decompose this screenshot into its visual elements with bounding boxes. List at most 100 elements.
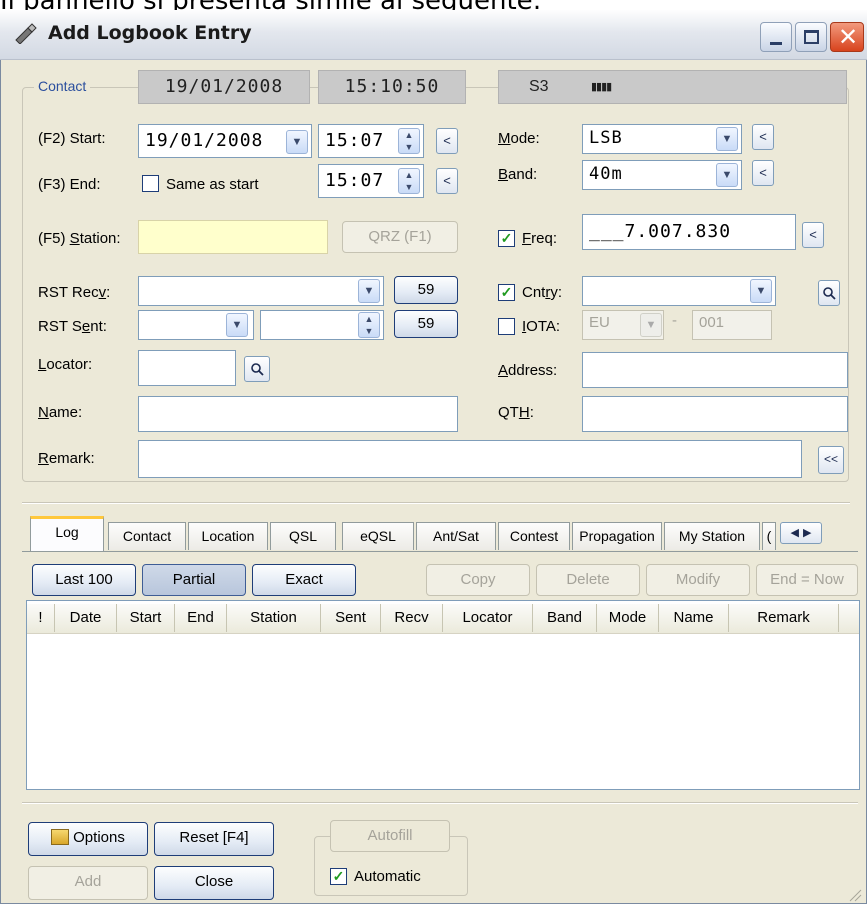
mode-set-button[interactable]: < [752, 124, 774, 150]
last-100-button[interactable]: Last 100 [32, 564, 136, 596]
freq-label: Freq: [522, 230, 558, 247]
close-icon: ✕ [838, 23, 859, 51]
automatic-checkbox[interactable]: ✓ [330, 868, 347, 885]
rst-sent-dropdown-arrow[interactable]: ▼ [226, 313, 248, 337]
rst-recv-select[interactable] [138, 276, 384, 306]
column-header-date[interactable]: Date [55, 604, 117, 632]
qth-label: QTH: [498, 404, 534, 421]
close-button[interactable]: Close [154, 866, 274, 900]
tab-log[interactable]: Log [30, 516, 104, 552]
tab-qsl[interactable]: QSL [270, 522, 336, 550]
end-set-now-button[interactable]: < [436, 168, 458, 194]
options-button[interactable]: Options [28, 822, 148, 856]
locator-search-button[interactable] [244, 356, 270, 382]
tab-panel-border [22, 551, 858, 552]
mode-dropdown-arrow[interactable]: ▼ [716, 127, 738, 151]
tab-propagation[interactable]: Propagation [572, 522, 662, 550]
column-header-sent[interactable]: Sent [321, 604, 381, 632]
start-date-dropdown-arrow[interactable]: ▼ [286, 130, 308, 154]
end-label: (F3) End: [38, 176, 101, 193]
options-icon [51, 829, 70, 845]
rst-sent-default-button[interactable]: 59 [394, 310, 458, 338]
add-button[interactable]: Add [28, 866, 148, 900]
remark-history-button[interactable]: << [818, 446, 844, 474]
tab-contest[interactable]: Contest [498, 522, 570, 550]
band-label: Band: [498, 166, 538, 183]
column-header-locator[interactable]: Locator [443, 604, 533, 632]
tab-contact[interactable]: Contact [108, 522, 186, 550]
partial-button[interactable]: Partial [142, 564, 246, 596]
locator-input[interactable] [138, 350, 236, 386]
maximize-button[interactable] [795, 22, 827, 52]
address-input[interactable] [582, 352, 848, 388]
contact-group-label: Contact [34, 78, 91, 94]
copy-button[interactable]: Copy [426, 564, 530, 596]
start-set-now-button[interactable]: < [436, 128, 458, 154]
resize-grip-icon[interactable] [846, 886, 862, 902]
iota-label: IOTA: [522, 318, 561, 335]
rst-recv-default-button[interactable]: 59 [394, 276, 458, 304]
start-time-spinner[interactable]: ▲ ▼ [398, 128, 420, 154]
iota-separator: - [672, 312, 677, 329]
column-header-start[interactable]: Start [117, 604, 175, 632]
scroll-right-icon[interactable]: ▶ [803, 527, 811, 539]
signal-bars: ▮▮▮▮ [591, 81, 612, 93]
tab-overflow[interactable]: ( [762, 522, 776, 550]
modify-button[interactable]: Modify [646, 564, 750, 596]
column-header-station[interactable]: Station [227, 604, 321, 632]
end-now-button[interactable]: End = Now [756, 564, 858, 596]
rst-sent-spinner[interactable]: ▲ ▼ [358, 312, 380, 338]
column-header-name[interactable]: Name [659, 604, 729, 632]
scroll-left-icon[interactable]: ◀ [791, 527, 799, 539]
cntry-select[interactable] [582, 276, 776, 306]
column-header-recv[interactable]: Recv [381, 604, 443, 632]
same-as-start-checkbox[interactable] [142, 175, 159, 192]
rst-recv-dropdown-arrow[interactable]: ▼ [358, 279, 380, 303]
minimize-button[interactable] [760, 22, 792, 52]
iota-continent-dropdown-arrow[interactable]: ▼ [640, 313, 662, 337]
freq-input[interactable]: ___7.007.830 [582, 214, 796, 250]
signal-display: S3 ▮▮▮▮ [498, 70, 847, 104]
cntry-label: Cntry: [522, 284, 563, 301]
station-label: (F5) Station: [38, 230, 121, 247]
column-header-remark[interactable]: Remark [729, 604, 839, 632]
tab-scroll-buttons[interactable]: ◀ ▶ [780, 522, 822, 544]
freq-set-button[interactable]: < [802, 222, 824, 248]
cntry-checkbox[interactable]: ✓ [498, 284, 515, 301]
autofill-button[interactable]: Autofill [330, 820, 450, 852]
rst-sent-label: RST Sent: [38, 318, 107, 335]
rst-recv-label: RST Recv: [38, 284, 111, 301]
band-dropdown-arrow[interactable]: ▼ [716, 163, 738, 187]
tab-ant-sat[interactable]: Ant/Sat [416, 522, 496, 550]
delete-button[interactable]: Delete [536, 564, 640, 596]
qth-input[interactable] [582, 396, 848, 432]
log-list-header: ! Date Start End Station Sent Recv Locat… [27, 604, 859, 634]
exact-button[interactable]: Exact [252, 564, 356, 596]
cntry-search-button[interactable] [818, 280, 840, 306]
reset-button[interactable]: Reset [F4] [154, 822, 274, 856]
column-header-band[interactable]: Band [533, 604, 597, 632]
tab-my-station[interactable]: My Station [664, 522, 760, 550]
tab-location[interactable]: Location [188, 522, 268, 550]
maximize-icon [804, 30, 819, 44]
qrz-lookup-button[interactable]: QRZ (F1) [342, 221, 458, 253]
column-header-mode[interactable]: Mode [597, 604, 659, 632]
remark-input[interactable] [138, 440, 802, 478]
locator-label: Locator: [38, 356, 93, 373]
band-set-button[interactable]: < [752, 160, 774, 186]
column-header-flag[interactable]: ! [27, 604, 55, 632]
name-label: Name: [38, 404, 83, 421]
station-input[interactable] [138, 220, 328, 254]
iota-number-input[interactable]: 001 [692, 310, 772, 340]
name-input[interactable] [138, 396, 458, 432]
bottom-divider [22, 802, 858, 804]
iota-checkbox[interactable] [498, 318, 515, 335]
end-time-spinner[interactable]: ▲ ▼ [398, 168, 420, 194]
column-header-end[interactable]: End [175, 604, 227, 632]
tab-eqsl[interactable]: eQSL [342, 522, 414, 550]
cntry-dropdown-arrow[interactable]: ▼ [750, 279, 772, 303]
close-window-button[interactable]: ✕ [830, 22, 864, 52]
logbook-pen-icon [15, 23, 37, 44]
address-label: Address: [498, 362, 558, 379]
freq-checkbox[interactable]: ✓ [498, 230, 515, 247]
